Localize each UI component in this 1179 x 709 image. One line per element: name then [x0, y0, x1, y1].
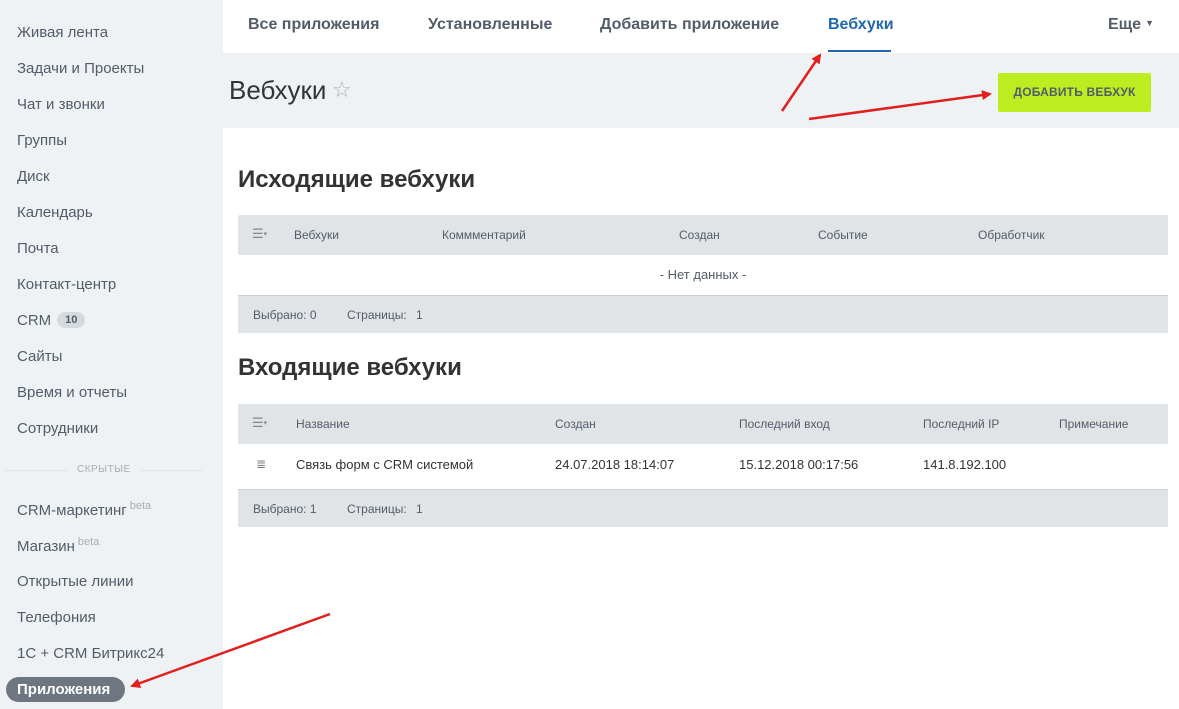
outgoing-table-header: ☰▾ Вебхуки Коммментарий Создан Событие О…: [238, 215, 1168, 255]
incoming-webhooks-title: Входящие вебхуки: [238, 354, 462, 381]
menu-lines-icon[interactable]: ☰▾: [252, 226, 267, 242]
selected-count: Выбрано: 0: [253, 308, 317, 322]
tab-add-app[interactable]: Добавить приложение: [600, 16, 779, 34]
left-sidebar: Живая лента Задачи и Проекты Чат и звонк…: [0, 0, 223, 709]
counter-badge: 10: [57, 312, 86, 328]
sidebar-item-tasks[interactable]: Задачи и Проекты: [17, 60, 144, 77]
top-navigation: Все приложения Установленные Добавить пр…: [223, 0, 1179, 53]
sidebar-item-telephony[interactable]: Телефония: [17, 609, 96, 626]
created-date: 24.07.2018 18:14:07: [555, 457, 675, 472]
sidebar-item-applications[interactable]: Приложения: [6, 677, 125, 702]
webhook-name[interactable]: Связь форм с CRM системой: [296, 457, 473, 472]
pages-label: Страницы:: [347, 308, 407, 322]
beta-label: beta: [77, 536, 100, 548]
outgoing-webhooks-title: Исходящие вебхуки: [238, 166, 476, 193]
page-header: Вебхуки ☆ ДОБАВИТЬ ВЕБХУК: [223, 53, 1179, 128]
row-menu-icon[interactable]: ≣: [256, 457, 266, 471]
empty-state-text: - Нет данных -: [659, 267, 747, 282]
column-header[interactable]: Создан: [555, 417, 596, 431]
sidebar-item-label: CRM: [17, 312, 52, 329]
chevron-down-icon: ▼: [1145, 18, 1154, 28]
sidebar-item-label: CRM-маркетинг: [17, 502, 127, 519]
sidebar-item-employees[interactable]: Сотрудники: [17, 420, 98, 437]
incoming-table-footer: Выбрано: 1 Страницы: 1: [238, 489, 1168, 527]
sidebar-item-calendar[interactable]: Календарь: [17, 204, 93, 221]
page-title: Вебхуки: [229, 75, 327, 105]
incoming-table-header: ☰▾ Название Создан Последний вход Послед…: [238, 404, 1168, 444]
beta-label: beta: [129, 500, 152, 512]
tab-installed[interactable]: Установленные: [428, 16, 552, 34]
selected-count: Выбрано: 1: [253, 502, 317, 516]
sidebar-item-1c-crm[interactable]: 1С + CRM Битрикс24: [17, 645, 164, 662]
last-login-date: 15.12.2018 00:17:56: [739, 457, 859, 472]
tab-webhooks[interactable]: Вебхуки: [828, 16, 894, 34]
column-header[interactable]: Вебхуки: [294, 228, 339, 242]
hidden-section-label: скрытые: [67, 464, 141, 475]
pages-count: 1: [416, 502, 423, 516]
sidebar-item-mail[interactable]: Почта: [17, 240, 59, 257]
column-header[interactable]: Примечание: [1059, 417, 1128, 431]
sidebar-item-contact-center[interactable]: Контакт-центр: [17, 276, 116, 293]
sidebar-item-open-lines[interactable]: Открытые линии: [17, 573, 134, 590]
add-webhook-button[interactable]: ДОБАВИТЬ ВЕБХУК: [998, 73, 1151, 112]
pages-label: Страницы:: [347, 502, 407, 516]
column-header[interactable]: Последний IP: [923, 417, 999, 431]
menu-lines-icon[interactable]: ☰▾: [252, 415, 267, 431]
column-header[interactable]: Обработчик: [978, 228, 1045, 242]
sidebar-item-label: Магазин: [17, 538, 75, 555]
more-label: Еще: [1108, 16, 1142, 33]
column-header[interactable]: Последний вход: [739, 417, 830, 431]
sidebar-item-sites[interactable]: Сайты: [17, 348, 62, 365]
sidebar-item-feed[interactable]: Живая лента: [17, 24, 108, 41]
last-ip: 141.8.192.100: [923, 457, 1007, 472]
sidebar-item-crm[interactable]: CRM 10: [17, 312, 86, 329]
sidebar-item-crm-marketing[interactable]: CRM-маркетинг beta: [17, 500, 151, 519]
column-header[interactable]: Событие: [818, 228, 868, 242]
sidebar-item-shop[interactable]: Магазин beta: [17, 536, 99, 555]
sidebar-item-groups[interactable]: Группы: [17, 132, 67, 149]
more-menu-button[interactable]: Еще ▼: [1108, 16, 1154, 34]
sidebar-item-disk[interactable]: Диск: [17, 168, 50, 185]
pages-count: 1: [416, 308, 423, 322]
column-header[interactable]: Коммментарий: [442, 228, 526, 242]
tab-all-apps[interactable]: Все приложения: [248, 16, 379, 34]
column-header[interactable]: Название: [296, 417, 350, 431]
column-header[interactable]: Создан: [679, 228, 720, 242]
sidebar-item-chat[interactable]: Чат и звонки: [17, 96, 105, 113]
sidebar-item-time-reports[interactable]: Время и отчеты: [17, 384, 127, 401]
active-tab-underline: [828, 50, 891, 52]
star-icon[interactable]: ☆: [332, 77, 352, 103]
table-row[interactable]: ≣ Связь форм с CRM системой 24.07.2018 1…: [238, 444, 1168, 490]
outgoing-table-footer: Выбрано: 0 Страницы: 1: [238, 295, 1168, 333]
